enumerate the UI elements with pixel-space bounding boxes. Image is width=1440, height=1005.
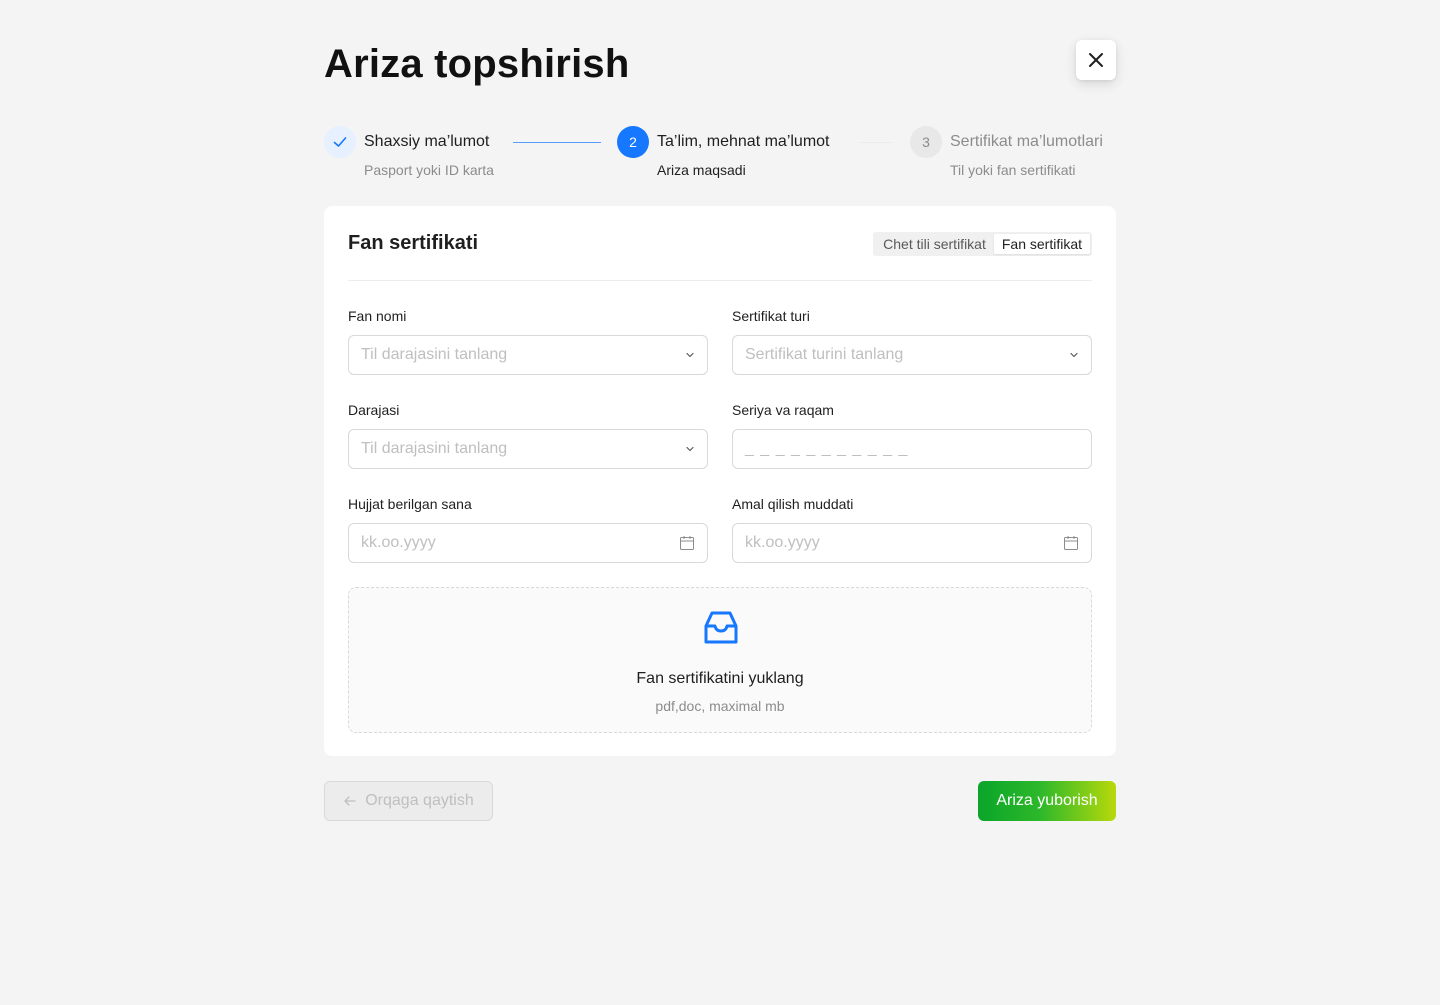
close-icon [1088,52,1104,68]
calendar-icon [1063,535,1079,551]
sertifikat-turi-label: Sertifikat turi [732,308,810,324]
amal-muddati-field: Amal qilish muddati kk.oo.yyyy [732,494,1092,563]
upload-hint: pdf,doc, maximal mb [655,698,785,714]
seriya-input[interactable]: _ _ _ _ _ _ _ _ _ _ _ [732,429,1092,469]
darajasi-select[interactable]: Til darajasini tanlang [348,429,708,469]
chevron-down-icon [685,350,695,360]
seriya-placeholder: _ _ _ _ _ _ _ _ _ _ _ [745,440,909,457]
chevron-down-icon [1069,350,1079,360]
card-title: Fan sertifikati [348,232,479,254]
step-1-title: Shaxsiy ma’lumot [364,133,490,150]
close-button[interactable] [1076,40,1116,80]
fan-nomi-label: Fan nomi [348,308,407,324]
card-divider [348,280,1092,281]
step-1-subtitle: Pasport yoki ID karta [364,162,494,178]
amal-muddati-placeholder: kk.oo.yyyy [745,534,820,551]
amal-muddati-datepicker[interactable]: kk.oo.yyyy [732,523,1092,563]
submit-button[interactable]: Ariza yuborish [978,781,1116,821]
fan-nomi-placeholder: Til darajasini tanlang [361,346,508,363]
step-2-title: Ta’lim, mehnat ma’lumot [657,133,830,150]
darajasi-label: Darajasi [348,402,400,418]
amal-muddati-label: Amal qilish muddati [732,496,854,512]
arrow-left-icon [343,794,357,808]
chevron-down-icon [685,444,695,454]
hujjat-sana-datepicker[interactable]: kk.oo.yyyy [348,523,708,563]
sertifikat-turi-placeholder: Sertifikat turini tanlang [745,346,904,363]
step-2-subtitle: Ariza maqsadi [657,162,746,178]
seriya-label: Seriya va raqam [732,402,834,418]
sertifikat-turi-select[interactable]: Sertifikat turini tanlang [732,335,1092,375]
fan-nomi-select[interactable]: Til darajasini tanlang [348,335,708,375]
steps: Shaxsiy ma’lumot Pasport yoki ID karta 2… [324,126,1116,182]
certificate-type-switch: Chet tili sertifikat Fan sertifikat [873,232,1092,256]
submit-button-label: Ariza yuborish [996,792,1098,809]
hujjat-sana-placeholder: kk.oo.yyyy [361,534,436,551]
darajasi-field: Darajasi Til darajasini tanlang [348,400,708,469]
back-button[interactable]: Orqaga qaytish [324,781,493,821]
step-1-indicator [324,126,356,158]
back-button-label: Orqaga qaytish [365,792,474,809]
certificate-upload-dropzone[interactable]: Fan sertifikatini yuklang pdf,doc, maxim… [348,587,1092,733]
seriya-field: Seriya va raqam _ _ _ _ _ _ _ _ _ _ _ [732,400,1092,469]
calendar-icon [679,535,695,551]
page-title: Ariza topshirish [324,42,630,86]
segment-foreign-language[interactable]: Chet tili sertifikat [875,234,994,254]
step-3-indicator: 3 [910,126,942,158]
sertifikat-turi-field: Sertifikat turi Sertifikat turini tanlan… [732,306,1092,375]
step-connector-2 [858,142,894,143]
check-icon [333,135,347,149]
certificate-card: Fan sertifikati Chet tili sertifikat Fan… [324,206,1116,756]
step-3-subtitle: Til yoki fan sertifikati [950,162,1076,178]
fan-nomi-field: Fan nomi Til darajasini tanlang [348,306,708,375]
step-2-indicator: 2 [617,126,649,158]
segment-subject[interactable]: Fan sertifikat [993,234,1090,254]
step-connector-1 [513,142,601,143]
inbox-icon [701,608,741,653]
upload-title: Fan sertifikatini yuklang [636,670,804,687]
hujjat-sana-label: Hujjat berilgan sana [348,496,472,512]
step-3-title: Sertifikat ma’lumotlari [950,133,1103,150]
darajasi-placeholder: Til darajasini tanlang [361,440,508,457]
hujjat-sana-field: Hujjat berilgan sana kk.oo.yyyy [348,494,708,563]
